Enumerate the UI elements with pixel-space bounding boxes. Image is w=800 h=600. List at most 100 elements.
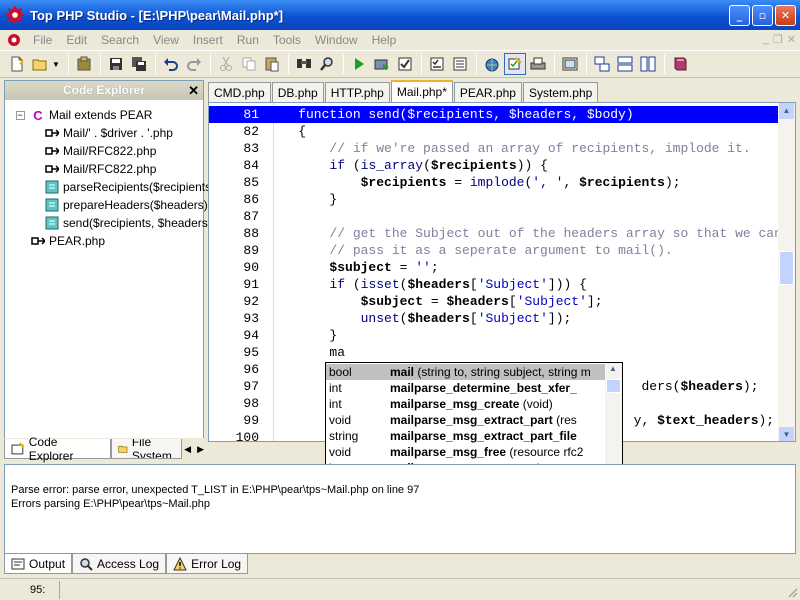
menu-search[interactable]: Search [94,33,146,47]
browser-button[interactable] [481,53,503,75]
find-button[interactable] [293,53,315,75]
save-all-button[interactable] [128,53,150,75]
code-line[interactable]: 83 // if we're passed an array of recipi… [209,140,779,157]
collapse-icon[interactable]: − [13,108,27,122]
code-line[interactable]: 95 ma [209,344,779,361]
properties-button[interactable] [449,53,471,75]
tree-item[interactable]: parseRecipients($recipients) [45,178,215,196]
menu-insert[interactable]: Insert [186,33,230,47]
menu-tools[interactable]: Tools [266,33,308,47]
paste-button[interactable] [261,53,283,75]
file-tab[interactable]: DB.php [271,82,324,102]
layout-button[interactable] [559,53,581,75]
tab-code-explorer[interactable]: Code Explorer [4,435,112,463]
new-file-button[interactable] [6,53,28,75]
code-line[interactable]: 94 } [209,327,779,344]
document-menu-icon[interactable] [6,32,22,48]
line-number: 100 [235,430,259,442]
mdi-close-icon[interactable]: ✕ [787,33,796,46]
code-line[interactable]: 86 } [209,191,779,208]
code-line[interactable]: 85 $recipients = implode(', ', $recipien… [209,174,779,191]
code-line[interactable]: 92 $subject = $headers['Subject']; [209,293,779,310]
file-tab[interactable]: CMD.php [208,82,271,102]
open-project-button[interactable] [73,53,95,75]
close-button[interactable]: ✕ [775,5,796,26]
maximize-button[interactable]: ▫ [752,5,773,26]
run-button[interactable] [348,53,370,75]
undo-icon [163,58,178,71]
dropdown-arrow-icon[interactable]: ▼ [52,60,60,69]
autocomplete-item[interactable]: int mailparse_determine_best_xfer_ [326,380,606,396]
tab-scroll-right-icon[interactable]: ▶ [197,444,204,455]
tree-item[interactable]: Mail/' . $driver . '.php [45,124,173,142]
menu-window[interactable]: Window [308,33,365,47]
debug-button[interactable] [371,53,393,75]
help-marker-button[interactable] [503,53,526,75]
tab-file-system[interactable]: File System [111,439,183,459]
code-line[interactable]: 87 [209,208,779,225]
minimize-button[interactable]: _ [729,5,750,26]
tile-button[interactable] [591,53,613,75]
autocomplete-function: mailparse_msg_extract_part_file [390,428,577,444]
ac-scroll-up-icon[interactable]: ▲ [609,364,617,373]
tree-item[interactable]: Mail/RFC822.php [45,142,156,160]
code-line[interactable]: 88 // get the Subject out of the headers… [209,225,782,242]
autocomplete-scroll-thumb[interactable] [606,379,621,393]
autocomplete-item[interactable]: bool mail (string to, string subject, str… [326,364,606,380]
menu-view[interactable]: View [146,33,186,47]
code-line[interactable]: 91 if (isset($headers['Subject'])) { [209,276,779,293]
tree-root-item[interactable]: PEAR.php [31,232,105,250]
tab-scroll-left-icon[interactable]: ◀ [184,444,191,455]
scroll-thumb[interactable] [779,251,794,285]
project-icon [77,56,91,71]
redo-button[interactable] [183,53,205,75]
scroll-up-icon[interactable]: ▲ [779,103,794,119]
print-button[interactable] [527,53,549,75]
copy-button[interactable] [238,53,260,75]
tab-access-log[interactable]: Access Log [72,554,167,574]
tree-item[interactable]: prepareHeaders($headers) [45,196,208,214]
autocomplete-item[interactable]: int mailparse_msg_create (void) [326,396,606,412]
file-tab[interactable]: PEAR.php [453,82,522,102]
menu-help[interactable]: Help [365,33,404,47]
mdi-minimize-icon[interactable]: _ [763,33,769,46]
tree-class-node[interactable]: − C Mail extends PEAR [13,106,152,124]
code-text: unset($headers['Subject']); [360,311,572,326]
split-horizontal-button[interactable] [614,53,636,75]
scroll-down-icon[interactable]: ▼ [779,427,794,441]
code-line[interactable]: 93 unset($headers['Subject']); [209,310,779,327]
save-button[interactable] [105,53,127,75]
autocomplete-item[interactable]: void mailparse_msg_free (resource rfc2 [326,444,606,460]
menu-edit[interactable]: Edit [59,33,94,47]
open-button[interactable] [29,53,51,75]
autocomplete-function-name: mailparse_determine_best_xfer_ [390,381,577,395]
code-line[interactable]: 90 $subject = ''; [209,259,779,276]
close-panel-icon[interactable]: ✕ [188,81,199,100]
search-button[interactable] [316,53,338,75]
mdi-restore-icon[interactable]: ❐ [773,33,783,46]
line-number: 91 [243,277,259,292]
validate-button[interactable] [426,53,448,75]
menu-file[interactable]: File [26,33,59,47]
split-vertical-button[interactable] [637,53,659,75]
autocomplete-item[interactable]: string mailparse_msg_extract_part_file [326,428,606,444]
check-syntax-button[interactable] [394,53,416,75]
code-line[interactable]: 89 // pass it as a seperate argument to … [209,242,779,259]
autocomplete-type: void [329,413,352,427]
code-line-highlighted[interactable]: 81 function send($recipients, $headers, … [209,106,779,123]
resize-grip-icon[interactable] [786,586,798,598]
tab-output[interactable]: Output [4,554,73,574]
file-tab-active[interactable]: Mail.php* [390,80,453,102]
tree-item[interactable]: Mail/RFC822.php [45,160,156,178]
autocomplete-item[interactable]: void mailparse_msg_extract_part (res [326,412,606,428]
file-tab[interactable]: HTTP.php [324,82,390,102]
file-tab[interactable]: System.php [522,82,599,102]
tab-error-log[interactable]: Error Log [166,554,249,574]
menu-run[interactable]: Run [230,33,266,47]
editor-vertical-scrollbar[interactable]: ▲ ▼ [778,103,795,441]
code-line[interactable]: 84 if (is_array($recipients)) { [209,157,779,174]
undo-button[interactable] [160,53,182,75]
manual-button[interactable] [669,53,691,75]
code-line[interactable]: 82 { [209,123,779,140]
cut-button[interactable] [215,53,237,75]
